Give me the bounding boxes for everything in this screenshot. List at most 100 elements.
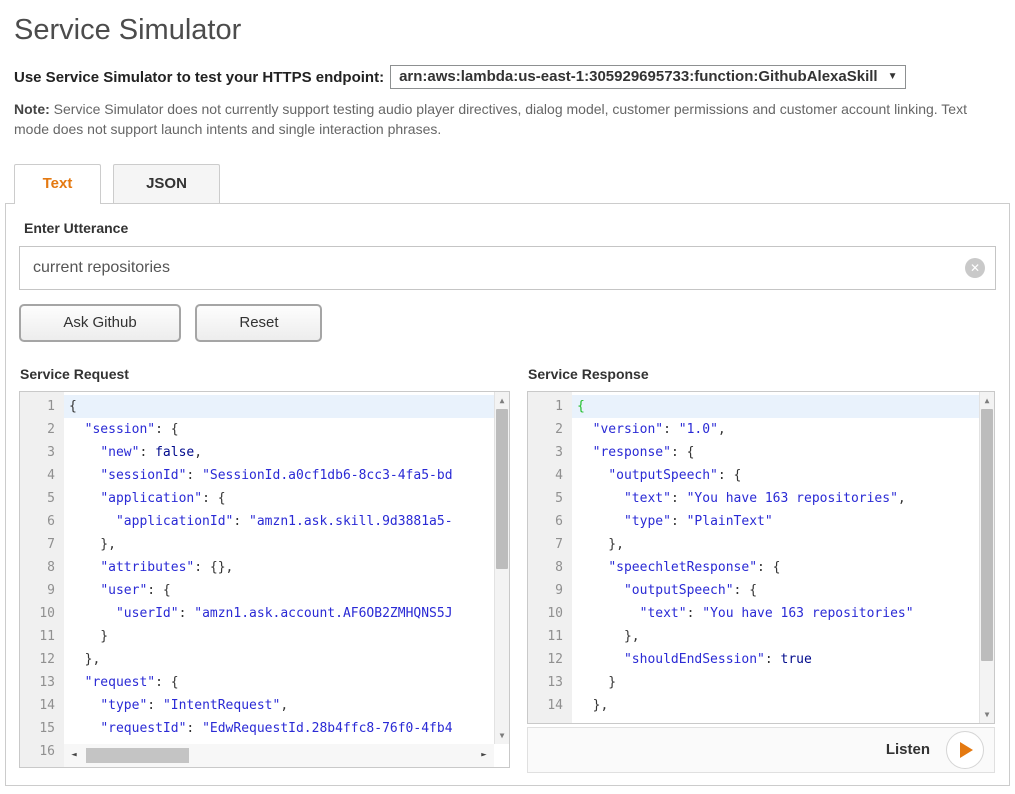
- listen-play-button[interactable]: [946, 731, 984, 769]
- code-line: },: [577, 625, 994, 648]
- simulator-panel: Enter Utterance ✕ Ask Github Reset Servi…: [5, 203, 1010, 786]
- listen-label: Listen: [886, 741, 930, 758]
- scroll-up-icon[interactable]: ▲: [495, 393, 509, 408]
- scrollbar-corner: [494, 744, 509, 767]
- line-number: 13: [528, 671, 563, 694]
- line-number: 10: [20, 602, 55, 625]
- scroll-left-icon[interactable]: ◄: [66, 744, 82, 767]
- code-line: "attributes": {},: [69, 556, 509, 579]
- note-body: Service Simulator does not currently sup…: [14, 101, 967, 137]
- utterance-label: Enter Utterance: [24, 220, 996, 236]
- line-number: 11: [20, 625, 55, 648]
- play-icon: [960, 742, 973, 758]
- note-bold-prefix: Note:: [14, 101, 50, 117]
- response-code[interactable]: { "version": "1.0", "response": { "outpu…: [572, 392, 994, 723]
- line-number: 1: [20, 395, 55, 418]
- request-vertical-scrollbar[interactable]: ▲ ▼: [494, 392, 509, 744]
- request-response-panels: Service Request 12345678910111213141516 …: [19, 366, 996, 773]
- code-line: {: [572, 395, 994, 418]
- line-number: 3: [528, 441, 563, 464]
- code-line: "user": {: [69, 579, 509, 602]
- line-number: 13: [20, 671, 55, 694]
- line-number: 7: [20, 533, 55, 556]
- code-line: "new": false,: [69, 441, 509, 464]
- endpoint-select[interactable]: arn:aws:lambda:us-east-1:305929695733:fu…: [390, 65, 906, 89]
- service-request-title: Service Request: [20, 366, 510, 382]
- line-number: 2: [528, 418, 563, 441]
- line-number: 8: [20, 556, 55, 579]
- code-line: "response": {: [577, 441, 994, 464]
- line-number: 9: [20, 579, 55, 602]
- page-title: Service Simulator: [14, 14, 1001, 47]
- tab-json[interactable]: JSON: [113, 164, 220, 203]
- code-line: "userId": "amzn1.ask.account.AF6OB2ZMHQN…: [69, 602, 509, 625]
- line-number: 6: [20, 510, 55, 533]
- ask-github-button[interactable]: Ask Github: [19, 304, 181, 342]
- line-number: 3: [20, 441, 55, 464]
- response-vertical-scrollbar[interactable]: ▲ ▼: [979, 392, 994, 723]
- code-line: "speechletResponse": {: [577, 556, 994, 579]
- code-line: "text": "You have 163 repositories",: [577, 487, 994, 510]
- service-response-editor[interactable]: 1234567891011121314 { "version": "1.0", …: [527, 391, 995, 724]
- line-number: 1: [528, 395, 563, 418]
- line-number: 2: [20, 418, 55, 441]
- scroll-down-icon[interactable]: ▼: [980, 707, 994, 722]
- listen-bar: Listen: [527, 727, 995, 773]
- line-number: 14: [528, 694, 563, 717]
- line-number: 7: [528, 533, 563, 556]
- response-vscroll-thumb[interactable]: [981, 409, 993, 661]
- code-line: },: [577, 533, 994, 556]
- tab-text[interactable]: Text: [14, 164, 101, 204]
- scroll-right-icon[interactable]: ►: [476, 744, 492, 767]
- line-number: 15: [20, 717, 55, 740]
- action-buttons: Ask Github Reset: [19, 304, 996, 342]
- line-number: 12: [20, 648, 55, 671]
- endpoint-label: Use Service Simulator to test your HTTPS…: [14, 69, 384, 86]
- code-line: "outputSpeech": {: [577, 464, 994, 487]
- code-line: "type": "PlainText": [577, 510, 994, 533]
- request-hscroll-thumb[interactable]: [86, 748, 189, 763]
- reset-button[interactable]: Reset: [195, 304, 322, 342]
- code-line: "application": {: [69, 487, 509, 510]
- code-line: "outputSpeech": {: [577, 579, 994, 602]
- line-number: 9: [528, 579, 563, 602]
- code-line: {: [64, 395, 509, 418]
- line-number: 5: [20, 487, 55, 510]
- line-number: 10: [528, 602, 563, 625]
- code-line: "type": "IntentRequest",: [69, 694, 509, 717]
- service-request-panel: Service Request 12345678910111213141516 …: [19, 366, 510, 773]
- scroll-up-icon[interactable]: ▲: [980, 393, 994, 408]
- code-line: },: [69, 533, 509, 556]
- request-line-numbers: 12345678910111213141516: [20, 392, 64, 767]
- code-line: "request": {: [69, 671, 509, 694]
- code-line: },: [69, 648, 509, 671]
- utterance-input[interactable]: [19, 246, 996, 290]
- service-request-editor[interactable]: 12345678910111213141516 { "session": { "…: [19, 391, 510, 768]
- chevron-down-icon: ▼: [888, 71, 898, 82]
- request-horizontal-scrollbar[interactable]: ◄ ►: [64, 744, 494, 767]
- response-line-numbers: 1234567891011121314: [528, 392, 572, 723]
- line-number: 4: [528, 464, 563, 487]
- note-text: Note: Service Simulator does not current…: [14, 99, 1001, 140]
- code-line: "requestId": "EdwRequestId.28b4ffc8-76f0…: [69, 717, 509, 740]
- line-number: 4: [20, 464, 55, 487]
- request-code[interactable]: { "session": { "new": false, "sessionId"…: [64, 392, 509, 767]
- scroll-down-icon[interactable]: ▼: [495, 728, 509, 743]
- clear-input-icon[interactable]: ✕: [965, 258, 985, 278]
- endpoint-row: Use Service Simulator to test your HTTPS…: [14, 65, 1001, 89]
- line-number: 12: [528, 648, 563, 671]
- service-response-panel: Service Response 1234567891011121314 { "…: [527, 366, 995, 773]
- code-line: "applicationId": "amzn1.ask.skill.9d3881…: [69, 510, 509, 533]
- code-line: "version": "1.0",: [577, 418, 994, 441]
- line-number: 8: [528, 556, 563, 579]
- line-number: 14: [20, 694, 55, 717]
- endpoint-selected-value: arn:aws:lambda:us-east-1:305929695733:fu…: [399, 68, 878, 85]
- line-number: 11: [528, 625, 563, 648]
- service-response-title: Service Response: [528, 366, 995, 382]
- code-line: "text": "You have 163 repositories": [577, 602, 994, 625]
- line-number: 16: [20, 740, 55, 763]
- code-line: }: [577, 671, 994, 694]
- request-vscroll-thumb[interactable]: [496, 409, 508, 569]
- code-line: }: [69, 625, 509, 648]
- code-line: "shouldEndSession": true: [577, 648, 994, 671]
